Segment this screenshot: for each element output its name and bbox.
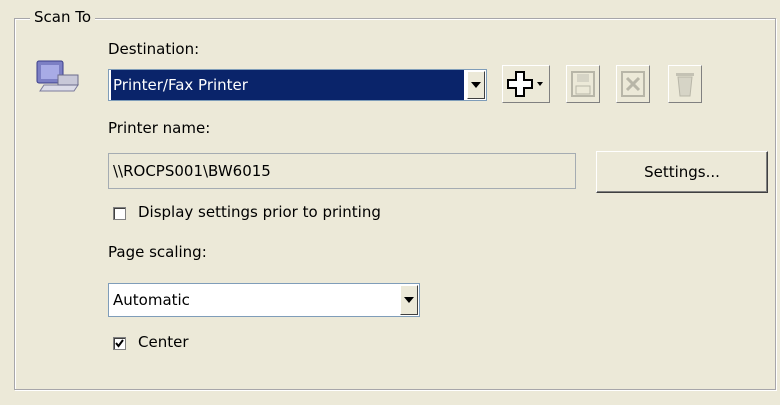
group-title: Scan To [30, 8, 96, 26]
trash-button[interactable] [668, 65, 702, 103]
chevron-down-icon[interactable] [467, 71, 485, 99]
destination-label: Destination: [108, 40, 200, 58]
chevron-down-icon[interactable] [400, 285, 418, 315]
display-settings-checkbox[interactable] [113, 207, 126, 220]
page-scaling-value: Automatic [113, 291, 190, 309]
settings-button[interactable]: Settings... [596, 151, 768, 193]
checkmark-icon [115, 339, 124, 348]
delete-icon [621, 71, 645, 97]
printer-name-field: \\ROCPS001\BW6015 [108, 153, 576, 189]
page-scaling-select[interactable]: Automatic [108, 283, 420, 317]
add-destination-button[interactable] [502, 65, 550, 103]
save-button[interactable] [566, 65, 600, 103]
add-icon [507, 71, 543, 97]
center-checkbox[interactable] [113, 337, 126, 350]
printer-icon [36, 60, 79, 92]
page-scaling-label: Page scaling: [108, 243, 207, 261]
save-icon [571, 71, 595, 97]
destination-select[interactable]: Printer/Fax Printer [108, 69, 487, 101]
printer-name-label: Printer name: [108, 119, 211, 137]
center-label: Center [138, 333, 189, 351]
trash-icon [676, 73, 694, 97]
delete-button[interactable] [616, 65, 650, 103]
destination-value: Printer/Fax Printer [111, 70, 464, 100]
display-settings-label: Display settings prior to printing [138, 203, 381, 221]
